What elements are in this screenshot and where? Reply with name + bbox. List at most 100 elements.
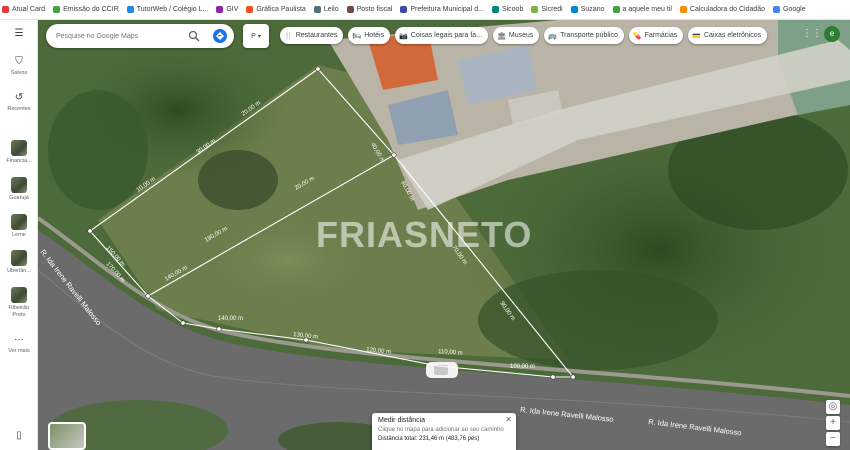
chip-icon: 🛏 [352,32,362,40]
zoom-in-button[interactable]: + [826,416,840,430]
bookmark-label: GIV [226,6,239,13]
rail-item-label: Ver mais [8,348,30,354]
rail-item-label: Ribeirão Preto [8,305,30,318]
bookmark-label: Suzano [580,6,605,13]
watermark: FRIASNETO [316,214,533,255]
category-chip[interactable]: 🛏 Hotéis [348,27,391,44]
bookmark-item[interactable]: TutorWeb / Colégio L... [126,6,209,13]
rail-item-place[interactable]: Uberlân... [0,250,38,275]
bookmark-item[interactable]: Google [773,6,806,13]
chip-icon: 📷 [399,32,408,40]
phone-button[interactable]: ▯ [0,430,38,442]
bookmark-label: Posto fiscal [356,6,393,13]
place-thumbnail [11,177,27,193]
search-box[interactable] [46,24,234,48]
chip-icon: 💳 [692,32,701,40]
layers-thumbnail[interactable] [48,422,86,450]
favicon-icon [126,6,134,13]
measure-subtitle: Clique no mapa para adicionar ao seu cam… [378,427,504,433]
category-chip[interactable]: 🚌 Transporte público [544,27,624,44]
left-rail: ☰ ⛉ Salvos ↺ Recentes Financia... Guaruj… [0,20,38,450]
bookmark-label: Google [783,6,806,13]
rail-item-recent[interactable]: ↺ Recentes [0,92,38,113]
bookmarks-bar: Atual Card Emissão do CCIR TutorWeb / Colé… [0,0,850,20]
bookmark-label: a aquele meu til [622,6,672,13]
bookmark-item[interactable]: Leilo [313,6,339,13]
rail-item-label: Guarujá [9,195,29,201]
chip-icon: 🏛 [497,32,506,40]
bookmark-label: Calculadora do Cidadão [689,6,766,13]
zoom-out-button[interactable]: − [826,432,840,446]
category-chip[interactable]: 🍴 Restaurantes [280,27,344,44]
bookmark-item[interactable]: Suzano [570,6,605,13]
favicon-icon [531,6,539,13]
place-thumbnail [11,250,27,266]
category-chips: 🍴 Restaurantes 🛏 Hotéis 📷 Coisas legais para … [280,27,768,44]
bookmark-item[interactable]: Gráfica Paulista [246,6,306,13]
rail-item-place[interactable]: Ribeirão Preto [0,287,38,319]
bookmark-item[interactable]: Atual Card [2,6,45,13]
favicon-icon [400,6,408,13]
rail-item-saved[interactable]: ⛉ Salvos [0,56,38,77]
category-chip[interactable]: 🏛 Museus [493,27,540,44]
bookmark-item[interactable]: Sicredi [531,6,563,13]
chip-icon: 🍴 [284,32,293,40]
bookmark-item[interactable]: Posto fiscal [346,6,393,13]
layer-button-label: P [251,32,256,40]
rail-item-more[interactable]: ··· Ver mais [0,334,38,355]
category-chip[interactable]: 💳 Caixas eletrônicos [688,27,768,44]
favicon-icon [612,6,620,13]
favicon-icon [491,6,499,13]
bookmark-label: TutorWeb / Colégio L... [136,6,209,13]
rail-item-place[interactable]: Financia... [0,140,38,165]
chip-label: Coisas legais para fa... [410,32,483,39]
place-thumbnail [11,140,27,156]
rail-item-label: Salvos [10,70,28,76]
bookmark-item[interactable]: Emissão do CCIR [53,6,119,13]
apps-grid-icon[interactable]: ⋮⋮ [802,28,822,40]
menu-button[interactable]: ☰ [0,28,38,40]
favicon-icon [246,6,254,13]
favicon-icon [570,6,578,13]
bookmark-item[interactable]: Prefeitura Municipal d... [400,6,484,13]
favicon-icon [53,6,61,13]
layer-switch-button[interactable]: P ▾ [243,24,269,48]
bookmark-item[interactable]: a aquele meu til [612,6,672,13]
search-icon[interactable] [188,30,200,42]
distance-label: 100,00 m [510,364,535,370]
category-chip[interactable]: 📷 Coisas legais para fa... [395,27,489,44]
measure-title: Medir distância [378,417,426,424]
bookmark-label: Prefeitura Municipal d... [410,6,484,13]
search-input[interactable] [56,32,184,40]
bookmark-label: Atual Card [12,6,46,13]
avatar[interactable]: e [824,26,840,42]
bookmark-label: Gráfica Paulista [256,6,306,13]
rail-item-place[interactable]: Leme [0,214,38,239]
bookmark-label: Emissão do CCIR [63,6,119,13]
bookmark-item[interactable]: Calculadora do Cidadão [679,6,766,13]
measure-distance-card[interactable]: Medir distância Clique no mapa para adic… [372,413,516,450]
close-icon[interactable]: ✕ [505,415,512,424]
place-thumbnail [11,214,27,230]
rail-item-label: Financia... [6,158,32,164]
bookmark-icon: ⛉ [15,56,23,67]
chip-icon: 🚌 [548,32,558,40]
bookmark-item[interactable]: Sicoob [491,6,524,13]
chip-label: Caixas eletrônicos [703,32,762,39]
distance-label: 140,00 m [218,316,243,322]
chip-label: Restaurantes [295,32,338,39]
favicon-icon [679,6,687,13]
my-location-icon[interactable]: ◎ [826,400,840,414]
rail-item-place[interactable]: Guarujá [0,177,38,202]
chevron-down-icon: ▾ [257,33,261,40]
map-controls: ◎ + − [826,400,840,448]
history-icon: ↺ [14,92,24,103]
phone-icon: ▯ [16,430,22,441]
favicon-icon [773,6,781,13]
chip-label: Museus [508,32,534,39]
bookmark-label: Sicoob [501,6,524,13]
directions-icon[interactable] [213,29,227,43]
bookmark-item[interactable]: GIV [216,6,238,13]
category-chip[interactable]: 💊 Farmácias [628,27,684,44]
favicon-icon [346,6,354,13]
